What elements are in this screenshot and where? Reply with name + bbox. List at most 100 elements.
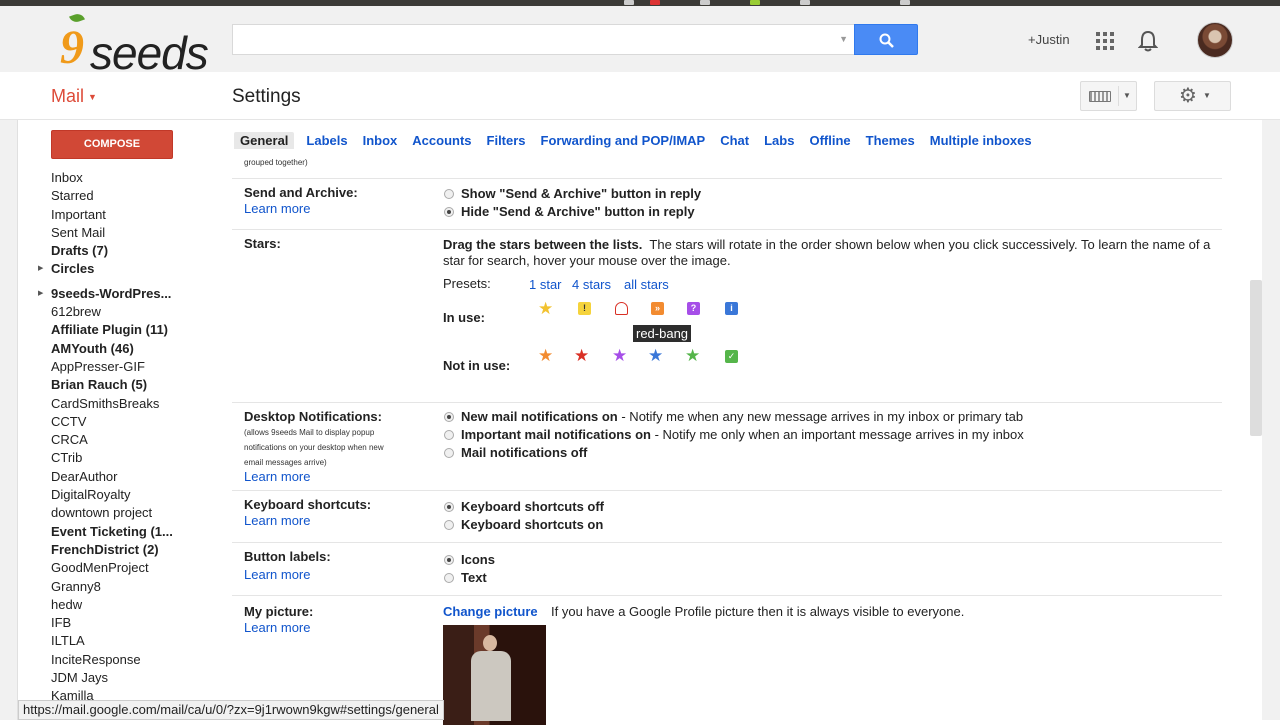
learn-more-link[interactable]: Learn more [244, 513, 310, 528]
sidebar-item[interactable]: ▶ 9seeds-WordPres... [0, 285, 185, 303]
settings-tab[interactable]: Forwarding and POP/IMAP [541, 133, 706, 148]
sidebar-item[interactable]: FrenchDistrict (2) [0, 541, 185, 559]
change-picture-link[interactable]: Change picture [443, 604, 538, 619]
green-star-icon[interactable]: ★ [685, 347, 700, 364]
learn-more-link[interactable]: Learn more [244, 567, 310, 582]
keyboard-shortcuts-off-option[interactable]: Keyboard shortcuts off [444, 499, 604, 514]
sidebar-item[interactable]: Sent Mail [0, 224, 185, 242]
important-mail-notifications-option[interactable]: Important mail notifications on - Notify… [444, 427, 1024, 442]
input-tools-button[interactable]: ▼ [1080, 81, 1137, 111]
scrollbar-thumb[interactable] [1250, 280, 1262, 436]
blue-info-icon[interactable]: i [725, 302, 738, 315]
sidebar-item[interactable]: Inbox [0, 169, 185, 187]
sidebar-item[interactable]: CCTV [0, 413, 185, 431]
sidebar-item[interactable]: Affiliate Plugin (11) [0, 321, 185, 339]
purple-star-icon[interactable]: ★ [612, 347, 627, 364]
search-button[interactable] [854, 24, 918, 55]
yellow-bang-icon[interactable]: ! [578, 302, 591, 315]
option-label: Keyboard shortcuts off [461, 499, 605, 514]
sidebar-item[interactable]: AMYouth (46) [0, 340, 185, 358]
new-mail-notifications-option[interactable]: New mail notifications on - Notify me wh… [444, 409, 1023, 424]
radio-button[interactable] [444, 502, 454, 512]
settings-gear-button[interactable]: ⚙ ▼ [1154, 81, 1231, 111]
compose-button[interactable]: COMPOSE [51, 130, 173, 159]
plus-user-link[interactable]: +Justin [1028, 32, 1070, 47]
preset-4-stars[interactable]: 4 stars [572, 277, 611, 292]
preset-all-stars[interactable]: all stars [624, 277, 669, 292]
orange-guillemet-icon[interactable]: » [651, 302, 664, 315]
profile-picture[interactable] [443, 625, 546, 725]
settings-tab[interactable]: Multiple inboxes [930, 133, 1032, 148]
sidebar-item[interactable]: CRCA [0, 431, 185, 449]
settings-tab[interactable]: General [234, 132, 295, 149]
mail-notifications-off-option[interactable]: Mail notifications off [444, 445, 587, 460]
radio-button[interactable] [444, 430, 454, 440]
sidebar-item[interactable]: Drafts (7) [0, 242, 185, 260]
settings-tab[interactable]: Accounts [412, 133, 471, 148]
sidebar-item-label: InciteResponse [51, 651, 141, 667]
show-send-archive-option[interactable]: Show "Send & Archive" button in reply [444, 186, 701, 201]
text-option[interactable]: Text [444, 570, 487, 585]
account-avatar[interactable] [1197, 22, 1233, 58]
apps-grid-icon[interactable] [1096, 32, 1114, 50]
sidebar-item[interactable]: Granny8 [0, 578, 185, 596]
learn-more-link[interactable]: Learn more [244, 469, 310, 484]
sidebar-item[interactable]: ▶ Circles [0, 260, 185, 278]
settings-tab[interactable]: Labs [764, 133, 794, 148]
settings-tab[interactable]: Labels [306, 133, 347, 148]
orange-star-icon[interactable]: ★ [538, 347, 553, 364]
sidebar-item-label: Important [51, 206, 106, 222]
expand-arrow-icon[interactable]: ▶ [38, 285, 43, 303]
chevron-down-icon[interactable]: ▼ [839, 34, 848, 44]
radio-button[interactable] [444, 412, 454, 422]
9seeds-logo[interactable]: 9 seeds [58, 11, 209, 79]
sidebar-item[interactable]: Important [0, 206, 185, 224]
radio-button[interactable] [444, 555, 454, 565]
red-bang-icon[interactable] [615, 302, 628, 315]
sidebar-item[interactable]: IFB [0, 614, 185, 632]
sidebar-item[interactable]: CTrib [0, 449, 185, 467]
notifications-bell-icon[interactable] [1138, 30, 1158, 52]
os-tray-icon [900, 0, 910, 5]
sidebar-item[interactable]: hedw [0, 596, 185, 614]
blue-star-icon[interactable]: ★ [648, 347, 663, 364]
settings-tab[interactable]: Chat [720, 133, 749, 148]
sidebar-item[interactable]: 612brew [0, 303, 185, 321]
mail-menu[interactable]: Mail ▼ [51, 86, 97, 107]
green-check-icon[interactable]: ✓ [725, 350, 738, 363]
sidebar-item[interactable]: AppPresser-GIF [0, 358, 185, 376]
keyboard-shortcuts-on-option[interactable]: Keyboard shortcuts on [444, 517, 603, 532]
red-star-icon[interactable]: ★ [574, 347, 589, 364]
radio-button[interactable] [444, 448, 454, 458]
conversation-option[interactable] [444, 150, 461, 151]
learn-more-link[interactable]: Learn more [244, 201, 310, 216]
sidebar-item[interactable]: GoodMenProject [0, 559, 185, 577]
settings-tab[interactable]: Inbox [363, 133, 398, 148]
hide-send-archive-option[interactable]: Hide "Send & Archive" button in reply [444, 204, 695, 219]
sidebar-item[interactable]: Event Ticketing (1... [0, 523, 185, 541]
sidebar-item[interactable]: downtown project [0, 504, 185, 522]
purple-question-icon[interactable]: ? [687, 302, 700, 315]
sidebar-item[interactable]: DigitalRoyalty [0, 486, 185, 504]
sidebar-item[interactable]: JDM Jays [0, 669, 185, 687]
sidebar-item[interactable]: ILTLA [0, 632, 185, 650]
settings-tab[interactable]: Filters [487, 133, 526, 148]
settings-tab[interactable]: Offline [809, 133, 850, 148]
sidebar-item[interactable]: DearAuthor [0, 468, 185, 486]
sidebar-item[interactable]: Brian Rauch (5) [0, 376, 185, 394]
preset-1-star[interactable]: 1 star [529, 277, 562, 292]
sidebar-item[interactable]: Starred [0, 187, 185, 205]
search-input[interactable]: ▼ [232, 24, 854, 55]
expand-arrow-icon[interactable]: ▶ [38, 260, 43, 278]
radio-button[interactable] [444, 573, 454, 583]
learn-more-link[interactable]: Learn more [244, 620, 310, 635]
chevron-down-icon[interactable]: ▼ [1123, 91, 1131, 100]
radio-button[interactable] [444, 207, 454, 217]
yellow-star-icon[interactable]: ★ [538, 300, 553, 317]
icons-option[interactable]: Icons [444, 552, 495, 567]
sidebar-item[interactable]: CardSmithsBreaks [0, 395, 185, 413]
radio-button[interactable] [444, 520, 454, 530]
radio-button[interactable] [444, 189, 454, 199]
sidebar-item[interactable]: InciteResponse [0, 651, 185, 669]
settings-tab[interactable]: Themes [866, 133, 915, 148]
